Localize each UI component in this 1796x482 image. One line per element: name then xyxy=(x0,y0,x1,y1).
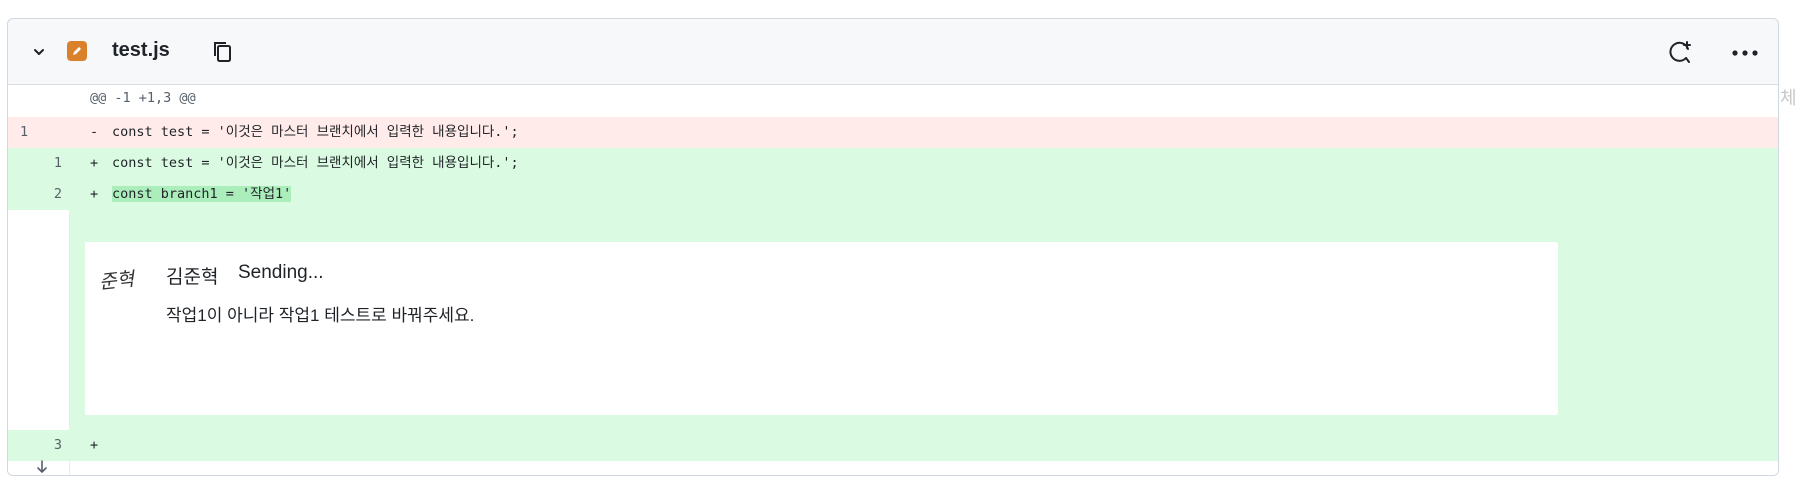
new-line-number[interactable]: 2 xyxy=(34,179,62,210)
diff-line-addition[interactable]: 2 + const branch1 = '작업1' xyxy=(8,179,1778,210)
new-line-number[interactable]: 1 xyxy=(34,148,62,179)
modified-file-icon xyxy=(67,41,87,61)
avatar: 준혁 xyxy=(98,268,136,294)
diff-line-addition[interactable]: 3 + xyxy=(8,430,1778,461)
diff-sign: + xyxy=(90,437,99,453)
inline-comment-zone: 준혁 김준혁 Sending... 작업1이 아니라 작업1 테스트로 바꿔주세… xyxy=(8,210,1778,430)
code-text: const test = '이것은 마스터 브랜치에서 입력한 내용입니다.'; xyxy=(112,124,519,140)
add-comment-icon[interactable] xyxy=(1665,38,1695,68)
hunk-header-row: @@ -1 +1,3 @@ xyxy=(8,85,1778,116)
comment-author[interactable]: 김준혁 xyxy=(166,262,218,289)
diff-line-deletion[interactable]: 1 - const test = '이것은 마스터 브랜치에서 입력한 내용입니다… xyxy=(8,117,1778,148)
comment-body: 작업1이 아니라 작업1 테스트로 바꿔주세요. xyxy=(166,306,475,325)
diff-file-card: test.js @@ -1 +1,3 @@ 1 - const test = '이… xyxy=(7,18,1779,476)
diff-sign: - xyxy=(90,124,99,140)
diff-footer xyxy=(8,459,1778,475)
clipped-text: 체 xyxy=(1780,88,1796,108)
new-line-number[interactable]: 3 xyxy=(34,430,62,461)
old-line-number[interactable]: 1 xyxy=(10,117,46,148)
expand-down-icon[interactable] xyxy=(32,459,52,475)
hunk-header: @@ -1 +1,3 @@ xyxy=(90,90,196,106)
code-text-highlighted: const branch1 = '작업1' xyxy=(112,186,292,202)
diff-sign: + xyxy=(90,155,99,171)
more-horizontal-icon[interactable] xyxy=(1728,38,1762,68)
code-text: const test = '이것은 마스터 브랜치에서 입력한 내용입니다.'; xyxy=(112,155,519,171)
diff-sign: + xyxy=(90,186,99,202)
file-name[interactable]: test.js xyxy=(112,39,170,62)
diff-line-addition[interactable]: 1 + const test = '이것은 마스터 브랜치에서 입력한 내용입니다… xyxy=(8,148,1778,179)
copy-icon[interactable] xyxy=(209,38,237,66)
gutter xyxy=(8,210,70,430)
comment-card: 준혁 김준혁 Sending... 작업1이 아니라 작업1 테스트로 바꿔주세… xyxy=(85,242,1558,415)
file-header: test.js xyxy=(8,19,1778,85)
chevron-down-icon[interactable] xyxy=(28,41,50,63)
comment-status: Sending... xyxy=(238,262,324,283)
